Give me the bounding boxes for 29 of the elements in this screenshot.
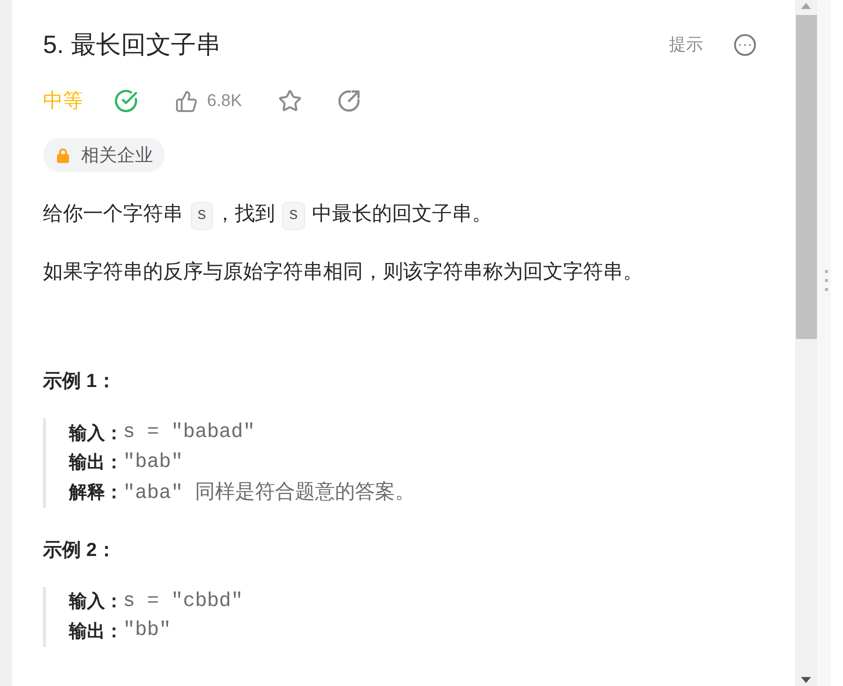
- description-paragraph: 如果字符串的反序与原始字符串相同，则该字符串称为回文字符串。: [43, 260, 643, 285]
- example-value: "aba" 同样是符合题意的答案。: [123, 480, 416, 506]
- difficulty-label: 中等: [43, 89, 83, 114]
- example-label: 输入：: [69, 422, 123, 445]
- lock-icon: [57, 148, 69, 162]
- scroll-up-icon[interactable]: [801, 3, 811, 9]
- thumbs-up-icon: [175, 90, 198, 112]
- problem-title: 5. 最长回文子串: [43, 30, 221, 61]
- example-label: 解释：: [69, 480, 123, 504]
- company-tag[interactable]: 相关企业: [43, 138, 165, 172]
- scrollbar-thumb[interactable]: [796, 15, 816, 339]
- example-label: 输入：: [69, 590, 123, 614]
- like-button[interactable]: 6.8K: [175, 90, 242, 112]
- example-heading: 示例 2：: [43, 538, 116, 562]
- drag-handle-icon[interactable]: [824, 270, 828, 291]
- more-icon[interactable]: [733, 33, 757, 57]
- example-value: "bb": [123, 619, 172, 642]
- example-label: 输出：: [69, 451, 123, 474]
- scroll-down-icon[interactable]: [801, 677, 811, 683]
- example-label: 输出：: [69, 620, 123, 643]
- example-value: "bab": [123, 450, 184, 474]
- example-value: s = "babad": [123, 421, 256, 444]
- scrollbar-track[interactable]: [795, 0, 817, 686]
- description-paragraph: 给你一个字符串 s ，找到 s 中最长的回文子串。: [43, 198, 492, 230]
- hint-button[interactable]: 提示: [669, 33, 703, 57]
- example-value: s = "cbbd": [123, 590, 244, 613]
- star-icon[interactable]: [278, 89, 302, 113]
- example-heading: 示例 1：: [43, 370, 116, 394]
- share-icon[interactable]: [336, 89, 361, 113]
